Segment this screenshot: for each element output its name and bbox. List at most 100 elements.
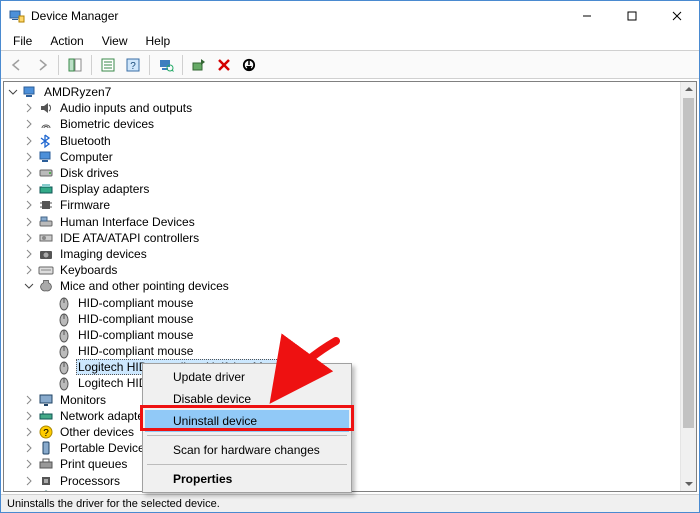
disable-device-button[interactable] (237, 54, 261, 76)
scrollbar-thumb[interactable] (683, 98, 694, 428)
monitor-icon (38, 392, 54, 408)
vertical-scrollbar[interactable] (680, 82, 696, 491)
expand-icon[interactable] (22, 215, 36, 229)
menu-action[interactable]: Action (42, 33, 91, 49)
context-menu-scan-hardware[interactable]: Scan for hardware changes (145, 439, 349, 461)
expand-icon[interactable] (22, 441, 36, 455)
back-button[interactable] (5, 54, 29, 76)
window-title: Device Manager (31, 9, 564, 23)
computer-icon (22, 84, 38, 100)
tree-category-mice[interactable]: Mice and other pointing devices (4, 278, 680, 294)
expand-icon[interactable] (22, 231, 36, 245)
tree-label: Print queues (58, 457, 129, 471)
context-menu-uninstall-device[interactable]: Uninstall device (145, 410, 349, 432)
menu-file[interactable]: File (5, 33, 40, 49)
expand-icon[interactable] (22, 393, 36, 407)
help-button[interactable]: ? (121, 54, 145, 76)
expand-icon[interactable] (22, 134, 36, 148)
tree-device-mouse[interactable]: HID-compliant mouse (4, 327, 680, 343)
menu-help[interactable]: Help (138, 33, 179, 49)
network-icon (38, 408, 54, 424)
close-button[interactable] (654, 1, 699, 31)
toolbar-separator (182, 55, 183, 75)
tree-category-hid[interactable]: Human Interface Devices (4, 214, 680, 230)
properties-button[interactable] (96, 54, 120, 76)
tree-label: HID-compliant mouse (76, 296, 195, 310)
unknown-icon: ? (38, 424, 54, 440)
tree-label: Logitech HID (76, 376, 149, 390)
chip-icon (38, 197, 54, 213)
minimize-button[interactable] (564, 1, 609, 31)
tree-category-biometric[interactable]: Biometric devices (4, 116, 680, 132)
context-menu: Update driver Disable device Uninstall d… (142, 363, 352, 493)
expand-icon[interactable] (22, 474, 36, 488)
context-menu-disable-device[interactable]: Disable device (145, 388, 349, 410)
tree-category-ide[interactable]: IDE ATA/ATAPI controllers (4, 230, 680, 246)
tree-label: IDE ATA/ATAPI controllers (58, 231, 201, 245)
svg-text:?: ? (130, 61, 136, 72)
hid-icon (38, 214, 54, 230)
toolbar-separator (149, 55, 150, 75)
portable-icon (38, 440, 54, 456)
tree-label: HID-compliant mouse (76, 312, 195, 326)
expand-icon[interactable] (22, 166, 36, 180)
uninstall-device-button[interactable] (212, 54, 236, 76)
keyboard-icon (38, 262, 54, 278)
collapse-icon[interactable] (6, 85, 20, 99)
mouse-icon (56, 311, 72, 327)
tree-category-bluetooth[interactable]: Bluetooth (4, 133, 680, 149)
menu-view[interactable]: View (94, 33, 136, 49)
expand-icon[interactable] (22, 425, 36, 439)
tree-device-mouse[interactable]: HID-compliant mouse (4, 294, 680, 310)
tree-label: HID-compliant mouse (76, 328, 195, 342)
expand-icon[interactable] (22, 457, 36, 471)
expand-icon[interactable] (22, 182, 36, 196)
display-icon (38, 181, 54, 197)
tree-root-label: AMDRyzen7 (42, 85, 113, 99)
tree-device-mouse[interactable]: HID-compliant mouse (4, 311, 680, 327)
show-hide-tree-button[interactable] (63, 54, 87, 76)
toolbar: ? (1, 51, 699, 79)
expand-icon[interactable] (22, 247, 36, 261)
context-menu-properties[interactable]: Properties (145, 468, 349, 490)
expand-icon[interactable] (22, 150, 36, 164)
tree-label: Firmware (58, 198, 112, 212)
speaker-icon (38, 100, 54, 116)
tree-category-computer[interactable]: Computer (4, 149, 680, 165)
tree-category-disk[interactable]: Disk drives (4, 165, 680, 181)
tree-category-display[interactable]: Display adapters (4, 181, 680, 197)
tree-category-imaging[interactable]: Imaging devices (4, 246, 680, 262)
expand-icon[interactable] (22, 263, 36, 277)
scan-hardware-button[interactable] (154, 54, 178, 76)
shield-icon (38, 489, 54, 491)
tree-root[interactable]: AMDRyzen7 (4, 84, 680, 100)
expand-icon[interactable] (22, 409, 36, 423)
maximize-button[interactable] (609, 1, 654, 31)
tree-category-firmware[interactable]: Firmware (4, 197, 680, 213)
expand-icon[interactable] (22, 117, 36, 131)
expand-icon[interactable] (22, 101, 36, 115)
collapse-icon[interactable] (22, 279, 36, 293)
titlebar: Device Manager (1, 1, 699, 31)
tree-label: HID-compliant mouse (76, 344, 195, 358)
tree-category-audio[interactable]: Audio inputs and outputs (4, 100, 680, 116)
tree-category-keyboards[interactable]: Keyboards (4, 262, 680, 278)
tree-device-mouse[interactable]: HID-compliant mouse (4, 343, 680, 359)
disk-icon (38, 165, 54, 181)
mouse-icon (56, 327, 72, 343)
statusbar: Uninstalls the driver for the selected d… (1, 494, 699, 512)
expand-icon[interactable] (22, 490, 36, 491)
camera-icon (38, 246, 54, 262)
expand-icon[interactable] (22, 198, 36, 212)
pc-icon (38, 149, 54, 165)
tree-label: Other devices (58, 425, 136, 439)
printer-icon (38, 456, 54, 472)
forward-button[interactable] (30, 54, 54, 76)
mouse-icon (56, 295, 72, 311)
tree-label: Mice and other pointing devices (58, 279, 231, 293)
context-menu-update-driver[interactable]: Update driver (145, 366, 349, 388)
menubar: File Action View Help (1, 31, 699, 51)
tree-label: Audio inputs and outputs (58, 101, 194, 115)
update-driver-button[interactable] (187, 54, 211, 76)
tree-label: Computer (58, 150, 115, 164)
